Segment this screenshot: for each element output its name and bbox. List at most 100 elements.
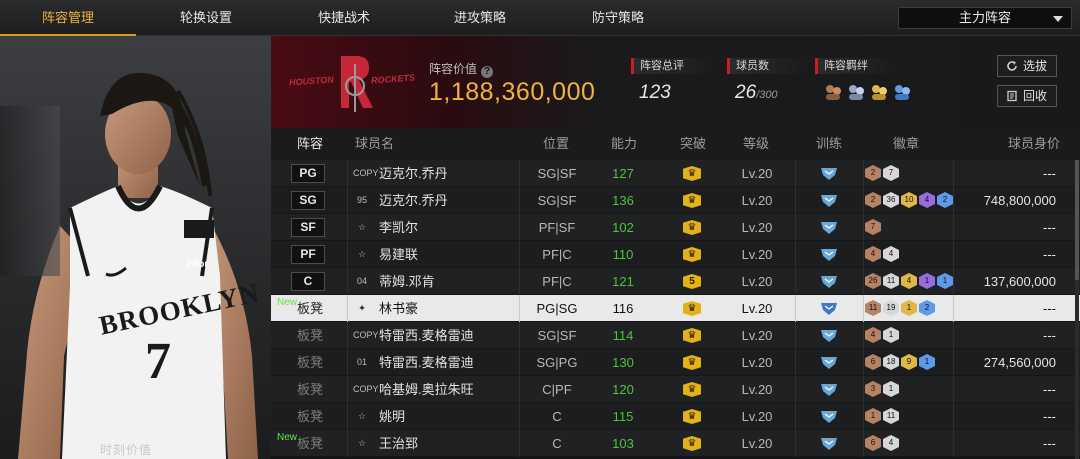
- breakthrough-icon[interactable]: ♛: [683, 382, 701, 397]
- divider: [795, 214, 796, 241]
- badge-icon[interactable]: 2: [865, 192, 881, 208]
- training-icon[interactable]: [819, 355, 839, 370]
- col-slot[interactable]: 阵容: [297, 128, 323, 160]
- badge-icon[interactable]: 3: [865, 381, 881, 397]
- breakthrough-icon[interactable]: ♛: [683, 166, 701, 181]
- table-row[interactable]: 板凳 New ☆ 王治郅 C 103 ♛ Lv.20 6 4 ---: [271, 430, 1080, 457]
- jersey-number: 7: [145, 333, 171, 390]
- player-position: C|PF: [542, 382, 572, 397]
- help-icon[interactable]: ?: [481, 66, 494, 78]
- badge-icon[interactable]: 11: [865, 300, 881, 316]
- divider: [863, 376, 864, 403]
- slot-badge[interactable]: SG: [291, 191, 325, 210]
- badge-icon[interactable]: 1: [865, 408, 881, 424]
- table-row[interactable]: 板凳 New ✦ 林书豪 PG|SG 116 ♛ Lv.20 11 19 1 2 ---: [271, 295, 1080, 322]
- table-row[interactable]: C 04 蒂姆.邓肯 PF|C 121 5 Lv.20 26 11 4 1 1 137,600,000: [271, 268, 1080, 295]
- training-icon[interactable]: [819, 274, 839, 289]
- player-name[interactable]: 特雷西.麦格雷迪: [379, 349, 474, 376]
- divider: [347, 187, 348, 214]
- player-position: SG|SF: [537, 328, 577, 343]
- slot-badge[interactable]: PF: [291, 245, 325, 264]
- training-icon[interactable]: [819, 193, 839, 208]
- col-breakthrough[interactable]: 突破: [680, 128, 706, 160]
- select-button[interactable]: 选拔: [997, 55, 1057, 77]
- table-row[interactable]: PF ☆ 易建联 PF|C 110 ♛ Lv.20 4 4 ---: [271, 241, 1080, 268]
- bond-bronze-icon[interactable]: [823, 82, 843, 102]
- badge-icon[interactable]: 6: [865, 435, 881, 451]
- breakthrough-icon[interactable]: ♛: [683, 436, 701, 451]
- tab-offense-strategy[interactable]: 进攻策略: [412, 0, 548, 36]
- player-name[interactable]: 易建联: [379, 241, 418, 268]
- slot-badge[interactable]: PG: [291, 164, 325, 183]
- tab-defense-strategy[interactable]: 防守策略: [548, 0, 688, 36]
- table-row[interactable]: 板凳 COPY 特雷西.麦格雷迪 SG|SF 114 ♛ Lv.20 4 1 ---: [271, 322, 1080, 349]
- slot-badge[interactable]: SF: [291, 218, 325, 237]
- tab-quick-tactics[interactable]: 快捷战术: [276, 0, 412, 36]
- training-icon[interactable]: [819, 436, 839, 451]
- breakthrough-icon[interactable]: ♛: [683, 409, 701, 424]
- training-icon[interactable]: [819, 328, 839, 343]
- table-row[interactable]: SG 95 迈克尔.乔丹 SG|SF 136 ♛ Lv.20 2 36 10 4 2 748,800,0…: [271, 187, 1080, 214]
- player-name[interactable]: 李凯尔: [379, 214, 418, 241]
- player-name[interactable]: 哈基姆.奥拉朱旺: [379, 376, 474, 403]
- player-level: Lv.20: [741, 328, 773, 343]
- breakthrough-icon[interactable]: ♛: [683, 355, 701, 370]
- table-row[interactable]: 板凳 01 特雷西.麦格雷迪 SG|PG 130 ♛ Lv.20 6 18 9 1 274,560,0…: [271, 349, 1080, 376]
- col-level[interactable]: 等级: [743, 128, 769, 160]
- player-name[interactable]: 迈克尔.乔丹: [379, 160, 448, 187]
- badge-icon[interactable]: 7: [865, 219, 881, 235]
- badge-icon[interactable]: 2: [865, 165, 881, 181]
- bond-blue-icon[interactable]: [892, 82, 912, 102]
- slot-badge[interactable]: C: [291, 272, 325, 291]
- player-name[interactable]: 蒂姆.邓肯: [379, 268, 435, 295]
- table-row[interactable]: SF ☆ 李凯尔 PF|SF 102 ♛ Lv.20 7 ---: [271, 214, 1080, 241]
- player-name[interactable]: 特雷西.麦格雷迪: [379, 322, 474, 349]
- breakthrough-icon[interactable]: ♛: [683, 193, 701, 208]
- badge-icon[interactable]: 26: [865, 273, 881, 289]
- jersey-sponsor: infor: [186, 259, 209, 270]
- col-ability[interactable]: 能力: [611, 128, 637, 160]
- col-training[interactable]: 训练: [816, 128, 842, 160]
- tab-rotation-settings[interactable]: 轮换设置: [136, 0, 276, 36]
- player-name[interactable]: 姚明: [379, 403, 405, 430]
- breakthrough-icon[interactable]: ♛: [683, 220, 701, 235]
- player-value: ---: [1043, 247, 1056, 262]
- col-badges[interactable]: 徽章: [893, 128, 919, 160]
- divider: [347, 430, 348, 457]
- col-value[interactable]: 球员身价: [1008, 128, 1060, 160]
- bond-gold-icon[interactable]: [869, 82, 889, 102]
- training-icon[interactable]: [819, 409, 839, 424]
- breakthrough-icon[interactable]: ♛: [683, 301, 701, 316]
- scrollbar-thumb[interactable]: [1075, 160, 1079, 280]
- col-position[interactable]: 位置: [543, 128, 569, 160]
- training-icon[interactable]: [819, 301, 839, 316]
- table-row[interactable]: 板凳 ☆ 姚明 C 115 ♛ Lv.20 1 11 ---: [271, 403, 1080, 430]
- player-name[interactable]: 王治郅: [379, 430, 418, 457]
- player-name[interactable]: 迈克尔.乔丹: [379, 187, 448, 214]
- training-icon[interactable]: [819, 220, 839, 235]
- divider: [863, 187, 864, 214]
- divider: [347, 295, 348, 322]
- recycle-button[interactable]: 回收: [997, 85, 1057, 107]
- table-scrollbar[interactable]: [1075, 160, 1079, 459]
- player-count-block: 球员数 26/300: [727, 58, 813, 104]
- training-icon[interactable]: [819, 247, 839, 262]
- lineup-dropdown[interactable]: 主力阵容: [898, 7, 1072, 29]
- divider: [795, 376, 796, 403]
- table-row[interactable]: PG COPY 迈克尔.乔丹 SG|SF 127 ♛ Lv.20 2 7 ---: [271, 160, 1080, 187]
- badge-icon[interactable]: 4: [865, 246, 881, 262]
- tab-lineup-management[interactable]: 阵容管理: [0, 0, 136, 36]
- table-row[interactable]: 板凳 COPY 哈基姆.奥拉朱旺 C|PF 120 ♛ Lv.20 3 1 ---: [271, 376, 1080, 403]
- player-position: PG|SG: [536, 301, 578, 316]
- col-name[interactable]: 球员名: [355, 128, 394, 160]
- player-name[interactable]: 林书豪: [379, 295, 418, 322]
- badge-icon[interactable]: 4: [865, 327, 881, 343]
- top-nav: 阵容管理 轮换设置 快捷战术 进攻策略 防守策略 主力阵容: [0, 0, 1080, 36]
- bond-silver-icon[interactable]: [846, 82, 866, 102]
- breakthrough-icon[interactable]: ♛: [683, 328, 701, 343]
- badge-icon[interactable]: 6: [865, 354, 881, 370]
- breakthrough-icon[interactable]: 5: [683, 274, 701, 289]
- breakthrough-icon[interactable]: ♛: [683, 247, 701, 262]
- training-icon[interactable]: [819, 166, 839, 181]
- training-icon[interactable]: [819, 382, 839, 397]
